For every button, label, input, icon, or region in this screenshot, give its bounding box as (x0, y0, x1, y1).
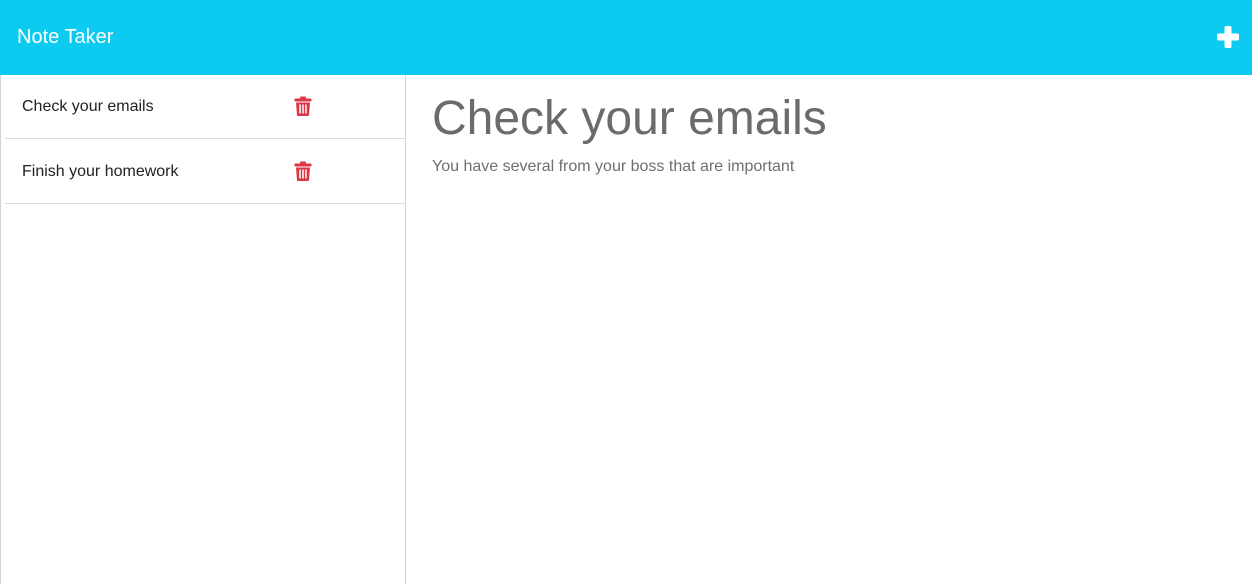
note-list-item-title[interactable]: Finish your homework (22, 162, 179, 182)
note-editor: Check your emails You have several from … (406, 75, 1252, 584)
trash-icon (294, 161, 312, 185)
navbar: Note Taker (0, 0, 1252, 75)
note-list-item-title[interactable]: Check your emails (22, 97, 154, 117)
list-item[interactable]: Finish your homework (5, 140, 405, 204)
trash-icon (294, 96, 312, 120)
note-title-field[interactable]: Check your emails (432, 91, 827, 147)
new-note-button[interactable] (1214, 24, 1242, 50)
note-list: Check your emails Finish your homework (0, 75, 406, 584)
delete-note-button[interactable] (294, 161, 312, 181)
app-title[interactable]: Note Taker (17, 25, 113, 49)
delete-note-button[interactable] (294, 96, 312, 116)
note-text-field[interactable]: You have several from your boss that are… (432, 157, 794, 177)
list-item[interactable]: Check your emails (5, 75, 405, 139)
plus-icon (1214, 24, 1242, 50)
